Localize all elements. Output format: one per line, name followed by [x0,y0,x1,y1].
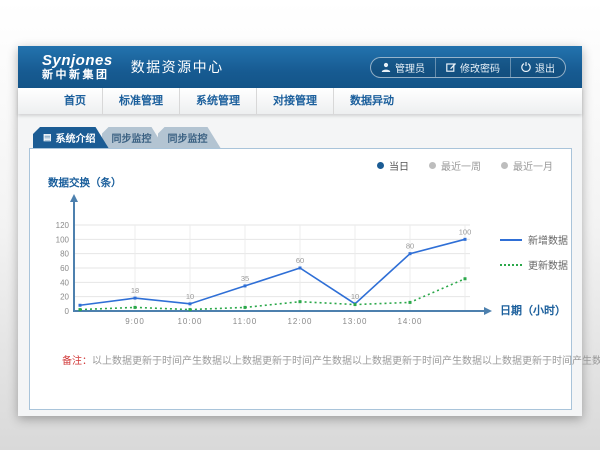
svg-text:12:00: 12:00 [287,317,312,326]
logout-button[interactable]: 退出 [510,58,565,77]
radio-icon [377,162,384,169]
time-filter-label: 最近一月 [513,158,553,173]
svg-text:100: 100 [459,227,472,236]
svg-text:80: 80 [406,242,414,251]
footnote: 备注：以上数据更新于时间产生数据以上数据更新于时间产生数据以上数据更新于时间产生… [62,352,571,367]
legend-line-swatch [500,239,522,241]
nav-item-0[interactable]: 首页 [48,88,102,114]
svg-text:35: 35 [241,274,249,283]
svg-text:10:00: 10:00 [177,317,202,326]
change-password-label: 修改密码 [460,60,500,75]
content-area: ▤ 系统介绍 同步监控 同步监控 当日 最近一周 最近一月 数据交换（条） 0 20 40 60… [18,114,582,410]
svg-text:20: 20 [60,293,69,302]
svg-text:10: 10 [186,292,194,301]
logo-company-name: 新中新集团 [42,69,113,81]
tab-label: 系统介绍 [56,130,96,145]
footnote-text: 以上数据更新于时间产生数据以上数据更新于时间产生数据以上数据更新于时间产生数据以… [92,356,600,367]
power-icon [521,62,531,72]
time-filter-label: 当日 [389,158,409,173]
user-button[interactable]: 管理员 [371,58,435,77]
time-range-filters: 当日 最近一周 最近一月 [30,149,571,173]
svg-text:40: 40 [60,278,69,287]
data-exchange-chart: 数据交换（条） 0 20 40 60 80 100 120 9:00 10:00 11:00 12:… [46,175,571,340]
svg-text:0: 0 [65,307,70,316]
svg-text:18: 18 [131,286,139,295]
legend-line-swatch [500,264,522,266]
time-filter-2[interactable]: 最近一月 [501,158,553,173]
footnote-prefix: 备注： [62,356,92,367]
svg-text:14:00: 14:00 [397,317,422,326]
tab-label: 同步监控 [112,130,152,145]
line-chart: 0 20 40 60 80 100 120 9:00 10:00 11:00 12:00 13:00 1… [46,190,498,340]
company-logo: Synjones 新中新集团 [42,53,113,82]
chart-y-axis-title: 数据交换（条） [48,175,571,190]
logo-brand-text: Synjones [42,53,113,70]
tab-0[interactable]: ▤ 系统介绍 [33,127,109,148]
svg-text:10: 10 [351,292,359,301]
svg-text:11:00: 11:00 [233,317,257,326]
nav-item-3[interactable]: 对接管理 [256,88,333,114]
time-filter-1[interactable]: 最近一周 [429,158,481,173]
app-header: Synjones 新中新集团 数据资源中心 管理员 修改密码 退出 [18,46,582,88]
svg-text:80: 80 [60,250,69,259]
svg-text:60: 60 [60,264,69,273]
main-nav: 首页标准管理系统管理对接管理数据异动 [18,88,582,114]
svg-text:13:00: 13:00 [342,317,367,326]
legend-item-1: 更新数据 [500,257,568,272]
user-icon [381,62,391,72]
chart-x-axis-title: 日期（小时） [500,302,566,318]
tab-1[interactable]: 同步监控 [102,127,165,148]
document-icon: ▤ [43,133,52,142]
tab-bar: ▤ 系统介绍 同步监控 同步监控 [33,127,572,148]
logout-label: 退出 [535,60,555,75]
nav-item-4[interactable]: 数据异动 [333,88,410,114]
app-window: Synjones 新中新集团 数据资源中心 管理员 修改密码 退出 [18,46,582,416]
change-password-button[interactable]: 修改密码 [435,58,510,77]
edit-icon [446,62,456,72]
legend-label: 更新数据 [528,257,568,272]
nav-item-2[interactable]: 系统管理 [179,88,256,114]
radio-icon [429,162,436,169]
time-filter-label: 最近一周 [441,158,481,173]
system-intro-panel: 当日 最近一周 最近一月 数据交换（条） 0 20 40 60 80 100 120 9:00 10… [29,148,572,410]
svg-text:120: 120 [56,221,70,230]
user-button-label: 管理员 [395,60,425,75]
tab-2[interactable]: 同步监控 [158,127,221,148]
chart-side-area: 新增数据更新数据 日期（小时） [498,190,571,340]
svg-text:60: 60 [296,256,304,265]
legend-item-0: 新增数据 [500,232,568,247]
svg-text:9:00: 9:00 [125,317,145,326]
radio-icon [501,162,508,169]
legend-label: 新增数据 [528,232,568,247]
nav-item-1[interactable]: 标准管理 [102,88,179,114]
header-actions: 管理员 修改密码 退出 [370,57,566,78]
svg-text:100: 100 [56,235,70,244]
chart-legend: 新增数据更新数据 [500,232,568,282]
page-title: 数据资源中心 [131,57,224,77]
tab-label: 同步监控 [168,130,208,145]
time-filter-0[interactable]: 当日 [377,158,409,173]
